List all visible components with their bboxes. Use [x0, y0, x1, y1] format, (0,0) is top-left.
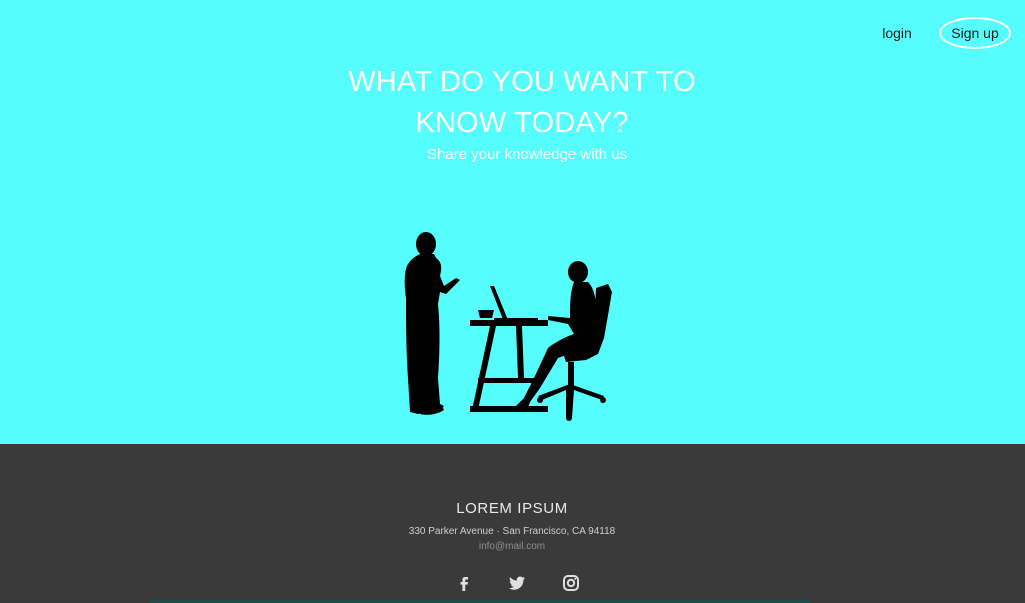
footer: LOREM IPSUM 330 Parker Avenue · San Fran…: [0, 444, 1025, 603]
facebook-icon[interactable]: [455, 574, 473, 592]
people-at-desk-illustration: [398, 228, 618, 423]
footer-address: 330 Parker Avenue · San Francisco, CA 94…: [408, 526, 616, 537]
hero-subtitle: Share your knowledge with us: [426, 146, 628, 163]
instagram-icon[interactable]: [562, 574, 580, 592]
twitter-icon[interactable]: [508, 574, 526, 592]
footer-title: LOREM IPSUM: [456, 500, 568, 517]
hero-title-line-1: WHAT DO YOU WANT TO: [348, 66, 696, 98]
footer-email[interactable]: info@mail.com: [412, 541, 612, 552]
login-link[interactable]: login: [872, 23, 922, 43]
signup-button[interactable]: Sign up: [939, 17, 1011, 49]
hero-section: login Sign up WHAT DO YOU WANT TO KNOW T…: [0, 0, 1025, 444]
hero-title-line-2: KNOW TODAY?: [415, 107, 629, 139]
hero-title: WHAT DO YOU WANT TO KNOW TODAY?: [312, 62, 732, 144]
